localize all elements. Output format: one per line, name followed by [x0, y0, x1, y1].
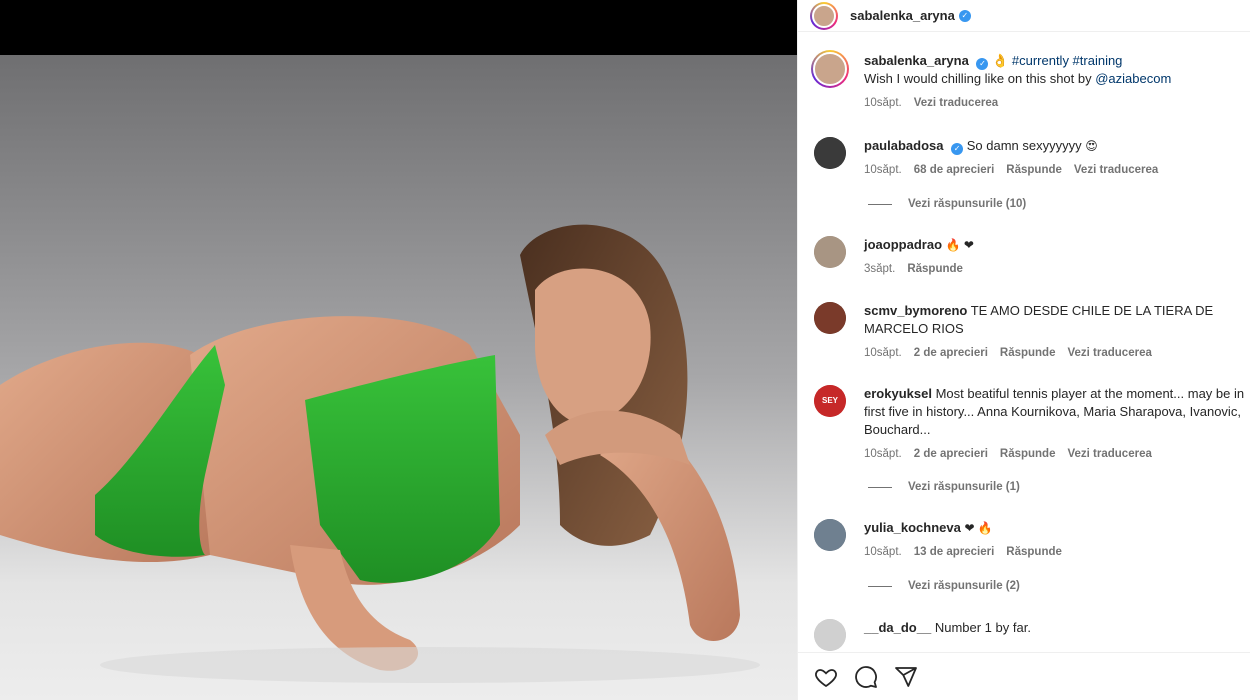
comment-reply-button[interactable]: Răspunde [1000, 445, 1056, 463]
comment-likes[interactable]: 13 de aprecieri [914, 543, 995, 561]
replies-divider [868, 486, 892, 488]
comment-username[interactable]: erokyuksel [864, 386, 932, 401]
comment-username[interactable]: paulabadosa [864, 138, 943, 153]
comment-username[interactable]: yulia_kochneva [864, 520, 961, 535]
comment-reply-button[interactable]: Răspunde [907, 260, 963, 278]
comment-reply-button[interactable]: Răspunde [1000, 344, 1056, 362]
caption-hashtags[interactable]: #currently #training [1012, 53, 1123, 68]
view-replies-button[interactable]: Vezi răspunsurile (10) [868, 198, 1026, 210]
view-replies-label[interactable]: Vezi răspunsurile (2) [908, 580, 1020, 592]
commenter-avatar-text: SEY [814, 385, 846, 417]
comment-username[interactable]: scmv_bymoreno [864, 303, 967, 318]
comment-reply-button[interactable]: Răspunde [1006, 161, 1062, 179]
comment-text: So damn sexyyyyyy [966, 138, 1082, 153]
caption-username[interactable]: sabalenka_aryna [864, 53, 969, 68]
comment-time: 3săpt. [864, 263, 896, 275]
comment-time: 10săpt. [864, 448, 902, 460]
media-pane [0, 0, 797, 700]
heart-fire-emoji: ❤ 🔥 [964, 521, 993, 535]
post-actions-bar [798, 652, 1250, 700]
fire-heart-emoji: 🔥 ❤ [945, 238, 974, 252]
comments-list[interactable]: sabalenka_aryna ✓ 👌 #currently #training… [798, 32, 1250, 652]
caption-time: 10săpt. [864, 97, 902, 109]
verified-badge-icon: ✓ [951, 143, 964, 155]
commenter-avatar[interactable] [814, 619, 846, 651]
comment-text: Number 1 by far. [934, 620, 1031, 635]
heart-outline-icon[interactable] [814, 665, 838, 689]
comment-username[interactable]: __da_do__ [864, 620, 931, 635]
view-replies-label[interactable]: Vezi răspunsurile (10) [908, 198, 1026, 210]
comment-bubble-icon[interactable] [854, 665, 878, 689]
commenter-avatar[interactable]: SEY [814, 385, 846, 417]
comment-translate-link[interactable]: Vezi traducerea [1074, 161, 1158, 179]
replies-divider [868, 203, 892, 205]
caption-author-avatar[interactable] [811, 50, 849, 88]
commenter-avatar[interactable] [814, 236, 846, 268]
commenter-avatar[interactable] [814, 302, 846, 334]
caption-emoji: 👌 [992, 53, 1009, 68]
view-replies-button[interactable]: Vezi răspunsurile (2) [868, 580, 1020, 592]
author-username[interactable]: sabalenka_aryna [850, 8, 955, 23]
comment-translate-link[interactable]: Vezi traducerea [1067, 344, 1151, 362]
comment-likes[interactable]: 68 de aprecieri [914, 161, 995, 179]
view-replies-button[interactable]: Vezi răspunsurile (1) [868, 481, 1020, 493]
comment-time: 10săpt. [864, 164, 902, 176]
commenter-avatar[interactable] [814, 519, 846, 551]
paper-plane-icon[interactable] [894, 665, 918, 689]
comment-username[interactable]: joaoppadrao [864, 237, 942, 252]
comment-time: 10săpt. [864, 347, 902, 359]
verified-badge-icon: ✓ [976, 58, 989, 70]
photo-illustration [0, 224, 760, 683]
caption-translate-link[interactable]: Vezi traducerea [914, 94, 998, 112]
comment-likes[interactable]: 2 de aprecieri [914, 445, 988, 463]
comment-translate-link[interactable]: Vezi traducerea [1067, 445, 1151, 463]
comment-likes[interactable]: 2 de aprecieri [914, 344, 988, 362]
commenter-avatar[interactable] [814, 137, 846, 169]
replies-divider [868, 585, 892, 587]
comment-time: 10săpt. [864, 546, 902, 558]
caption-mention[interactable]: @aziabecom [1095, 71, 1171, 86]
comment-reply-button[interactable]: Răspunde [1006, 543, 1062, 561]
caption-text: Wish I would chilling like on this shot … [864, 71, 1096, 86]
post-side-panel: sabalenka_aryna ✓ sabalenka_aryna ✓ 👌 #c… [797, 0, 1250, 700]
post-photo[interactable] [0, 55, 797, 700]
post-header: sabalenka_aryna ✓ [798, 0, 1250, 32]
heart-eyes-emoji: 😍 [1085, 139, 1098, 153]
verified-badge-icon: ✓ [958, 9, 971, 22]
view-replies-label[interactable]: Vezi răspunsurile (1) [908, 481, 1020, 493]
author-avatar[interactable] [810, 1, 838, 30]
